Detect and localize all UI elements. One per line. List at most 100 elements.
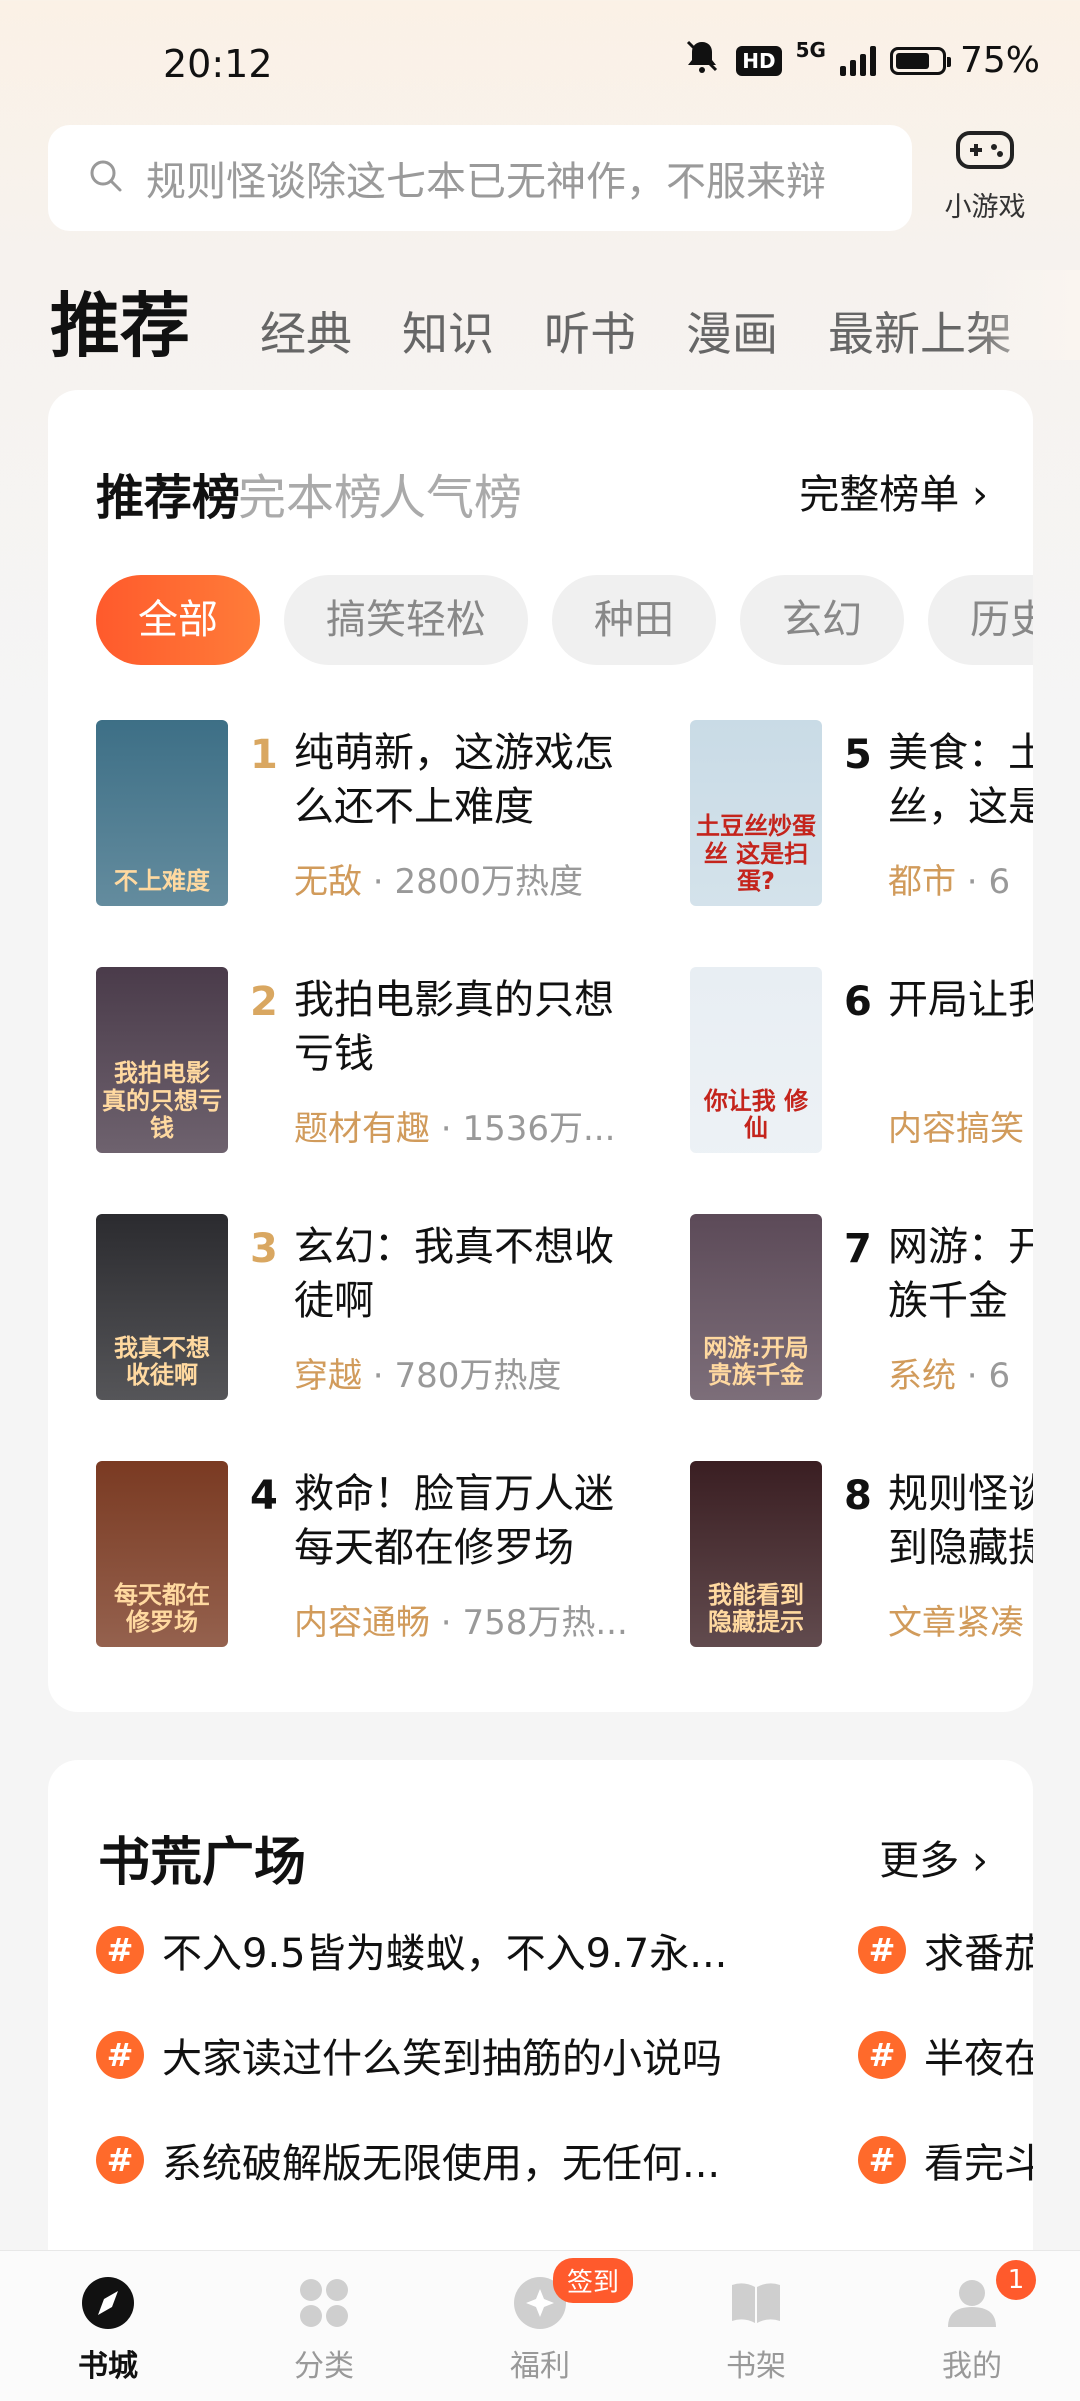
book-meta: 内容搞笑: [888, 1101, 1024, 1150]
nav-label: 我的: [942, 2349, 1002, 2384]
book-meta: 都市 · 6: [888, 854, 1010, 903]
top-tab-4[interactable]: 漫画: [686, 298, 778, 360]
bottom-nav: 书城 分类 福利 书架 我的: [0, 2250, 1080, 2401]
nav-item-1[interactable]: 分类: [216, 2251, 432, 2385]
mute-icon: [682, 38, 722, 83]
book-heat: 1536万...: [462, 1109, 616, 1149]
top-tab-1[interactable]: 经典: [260, 298, 352, 360]
book-cover[interactable]: 不上难度: [96, 720, 228, 906]
profile-icon: [942, 2273, 1002, 2333]
book-tag: 无敌: [294, 862, 362, 902]
topic-text: 大家读过什么笑到抽筋的小说吗: [162, 2036, 722, 2082]
book-title[interactable]: 纯萌新，这游戏怎么还不上难度: [294, 726, 644, 834]
book-item[interactable]: 网游:开局 贵族千金 7 网游：开局成年贵族千金系统 · 6: [690, 1214, 1033, 1404]
rank-tab-0[interactable]: 推荐榜: [96, 458, 240, 528]
topic-item[interactable]: # 半夜在: [858, 2025, 1033, 2085]
rank-tab-2[interactable]: 人气榜: [378, 458, 522, 528]
full-list-link[interactable]: 完整榜单 ›: [799, 462, 988, 520]
category-icon: [294, 2273, 354, 2333]
book-title[interactable]: 救命！脸盲万人迷每天都在修罗场: [294, 1467, 644, 1575]
top-tab-bar: 推荐 经典 知识 听书 漫画 最新上架: [50, 270, 1080, 360]
mini-game-button[interactable]: 小游戏: [935, 125, 1035, 224]
book-item[interactable]: 我真不想 收徒啊 3 玄幻：我真不想收徒啊 穿越 · 780万热度: [96, 1214, 696, 1404]
hashtag-icon: #: [858, 2136, 906, 2184]
book-rank: 2: [250, 979, 278, 1025]
book-heat: 2800万热度: [394, 862, 583, 902]
gamepad-icon: [954, 131, 1016, 179]
topic-text: 不入9.5皆为蝼蚁，不入9.7永...: [162, 1931, 728, 1977]
book-rank: 5: [844, 732, 872, 778]
book-rank: 7: [844, 1226, 872, 1272]
book-cover[interactable]: 我能看到 隐藏提示: [690, 1461, 822, 1647]
book-cover[interactable]: 网游:开局 贵族千金: [690, 1214, 822, 1400]
top-tab-0[interactable]: 推荐: [50, 270, 190, 360]
hashtag-icon: #: [96, 2031, 144, 2079]
book-cover[interactable]: 我真不想 收徒啊: [96, 1214, 228, 1400]
search-input[interactable]: 规则怪谈除这七本已无神作，不服来辩: [48, 125, 912, 231]
meta-separator: ·: [956, 862, 989, 902]
category-chip-0[interactable]: 全部: [96, 575, 260, 665]
book-meta: 内容通畅 · 758万热...: [294, 1595, 628, 1644]
meta-separator: ·: [956, 1356, 989, 1396]
nav-item-4[interactable]: 我的: [864, 2251, 1080, 2385]
book-cover[interactable]: 每天都在 修罗场: [96, 1461, 228, 1647]
book-cover[interactable]: 土豆丝炒蛋丝 这是扫蛋?: [690, 720, 822, 906]
topic-item[interactable]: # 求番茄: [858, 1920, 1033, 1980]
book-cover[interactable]: 我拍电影 真的只想亏钱: [96, 967, 228, 1153]
book-tag: 文章紧凑: [888, 1603, 1024, 1643]
nav-item-0[interactable]: 书城: [0, 2251, 216, 2385]
topic-item[interactable]: # 大家读过什么笑到抽筋的小说吗: [96, 2025, 722, 2085]
battery-fill: [895, 52, 929, 69]
bookshelf-icon: [726, 2273, 786, 2333]
topic-text: 看完斗: [924, 2141, 1033, 2187]
book-item[interactable]: 我能看到 隐藏提示 8 规则怪谈：我能看到隐藏提示文章紧凑: [690, 1461, 1033, 1651]
book-cover-title: 不上难度: [114, 867, 210, 896]
square-more-link[interactable]: 更多 ›: [879, 1828, 988, 1886]
category-chips: 全部 搞笑轻松 种田 玄幻 历史: [96, 575, 1033, 665]
tab-fade: [970, 270, 1080, 360]
nav-label: 书架: [726, 2349, 786, 2384]
category-chip-2[interactable]: 种田: [552, 575, 716, 665]
nav-item-3[interactable]: 书架: [648, 2251, 864, 2385]
mini-game-label: 小游戏: [944, 192, 1026, 223]
meta-separator: ·: [362, 862, 395, 902]
book-title[interactable]: 美食：土豆丝炒蛋丝，这是扫蛋？: [888, 726, 1033, 834]
topic-item[interactable]: # 看完斗: [858, 2130, 1033, 2190]
topic-item[interactable]: # 不入9.5皆为蝼蚁，不入9.7永...: [96, 1920, 727, 1980]
signal-icon: [839, 45, 876, 76]
category-chip-4[interactable]: 历史: [928, 575, 1033, 665]
book-item[interactable]: 每天都在 修罗场 4 救命！脸盲万人迷每天都在修罗场 内容通畅 · 758万热...: [96, 1461, 696, 1651]
book-cover-title: 每天都在 修罗场: [114, 1580, 210, 1637]
book-heat: 6: [988, 1356, 1011, 1396]
network-type: 5G: [795, 38, 826, 62]
category-chip-1[interactable]: 搞笑轻松: [284, 575, 528, 665]
book-cover[interactable]: 你让我 修仙: [690, 967, 822, 1153]
book-heat: 780万热度: [394, 1356, 562, 1396]
signin-badge[interactable]: 签到: [553, 2258, 634, 2303]
category-chip-3[interactable]: 玄幻: [740, 575, 904, 665]
topic-item[interactable]: # 系统破解版无限使用，无任何...: [96, 2130, 720, 2190]
top-tab-2[interactable]: 知识: [402, 298, 494, 360]
book-title[interactable]: 规则怪谈：我能看到隐藏提示: [888, 1467, 1033, 1575]
book-meta: 无敌 · 2800万热度: [294, 854, 583, 903]
rank-tab-1[interactable]: 完本榜: [238, 458, 382, 528]
hashtag-icon: #: [96, 1926, 144, 1974]
hashtag-icon: #: [858, 2031, 906, 2079]
meta-separator: ·: [430, 1603, 463, 1643]
book-title[interactable]: 玄幻：我真不想收徒啊: [294, 1220, 644, 1328]
book-item[interactable]: 不上难度 1 纯萌新，这游戏怎么还不上难度 无敌 · 2800万热度: [96, 720, 696, 910]
book-title[interactable]: 网游：开局成年贵族千金: [888, 1220, 1033, 1328]
search-placeholder: 规则怪谈除这七本已无神作，不服来辩: [146, 159, 826, 205]
book-title[interactable]: 我拍电影真的只想亏钱: [294, 973, 644, 1081]
book-item[interactable]: 你让我 修仙 6 开局让我修仙内容搞笑: [690, 967, 1033, 1157]
nav-label: 福利: [510, 2349, 570, 2384]
book-title[interactable]: 开局让我修仙: [888, 973, 1033, 1027]
book-tag: 系统: [888, 1356, 956, 1396]
meta-separator: ·: [362, 1356, 395, 1396]
book-item[interactable]: 我拍电影 真的只想亏钱 2 我拍电影真的只想亏钱 题材有趣 · 1536万...: [96, 967, 696, 1157]
status-time: 20:12: [163, 42, 273, 86]
rank-card: 推荐榜 完本榜 人气榜 完整榜单 › 全部 搞笑轻松 种田 玄幻 历史 不上难度 1 纯萌新，这…: [48, 390, 1033, 1712]
top-tab-3[interactable]: 听书: [544, 298, 636, 360]
book-item[interactable]: 土豆丝炒蛋丝 这是扫蛋? 5 美食：土豆丝炒蛋丝，这是扫蛋？ 都市 · 6: [690, 720, 1033, 910]
book-rank: 8: [844, 1473, 872, 1519]
